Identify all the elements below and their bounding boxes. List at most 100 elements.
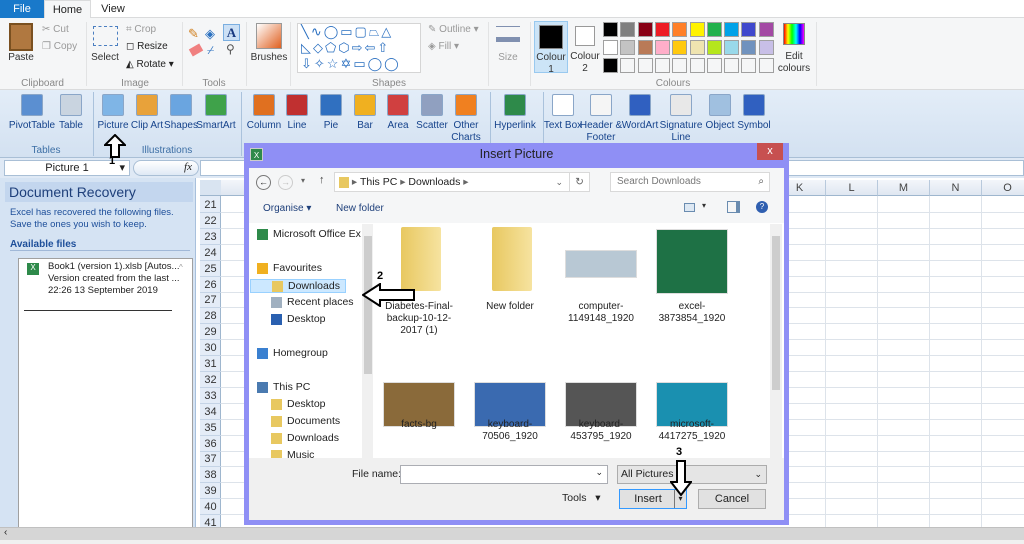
breadcrumb-this-pc[interactable]: This PC: [360, 176, 397, 188]
address-bar[interactable]: ▸ This PC ▸ Downloads ▸ ⌄ ↻: [334, 172, 590, 192]
colour2-swatch[interactable]: [575, 26, 595, 46]
nav-item[interactable]: Recent places: [271, 296, 354, 308]
palette-swatch[interactable]: [672, 22, 688, 37]
palette-swatch[interactable]: [689, 40, 705, 55]
column-header[interactable]: M: [878, 180, 930, 196]
row-header[interactable]: 21: [200, 197, 221, 213]
pencil-icon[interactable]: ✎: [188, 26, 199, 42]
nav-item[interactable]: Favourites: [257, 262, 322, 274]
ribbon-hyperlink-button[interactable]: Hyperlink: [489, 120, 541, 132]
palette-swatch[interactable]: [672, 58, 688, 73]
tab-view[interactable]: View: [95, 0, 131, 18]
palette-swatch[interactable]: [758, 22, 774, 37]
palette-swatch[interactable]: [603, 58, 618, 73]
palette-swatch[interactable]: [672, 40, 688, 55]
cancel-button[interactable]: Cancel: [698, 489, 766, 509]
row-header[interactable]: 28: [200, 308, 221, 325]
eraser-icon[interactable]: [188, 43, 204, 57]
row-header[interactable]: 25: [200, 261, 221, 277]
back-button[interactable]: ←: [256, 175, 271, 190]
close-button[interactable]: x: [757, 143, 783, 160]
nav-item[interactable]: Microsoft Office Ex: [257, 228, 361, 240]
nav-item[interactable]: Desktop: [271, 398, 326, 410]
new-folder-button[interactable]: New folder: [336, 203, 384, 214]
magnifier-icon[interactable]: ⚲: [226, 42, 235, 56]
brushes-button[interactable]: Brushes: [248, 52, 290, 64]
column-header[interactable]: N: [930, 180, 982, 196]
fill-icon[interactable]: ◈: [205, 26, 215, 42]
nav-item[interactable]: This PC: [257, 381, 310, 393]
palette-swatch[interactable]: [603, 22, 618, 37]
tab-file[interactable]: File: [0, 0, 44, 18]
edit-colours-button[interactable]: Edit colours: [774, 51, 814, 75]
row-header[interactable]: 29: [200, 324, 221, 341]
row-header[interactable]: 26: [200, 277, 221, 293]
scroll-left-icon[interactable]: ‹: [4, 527, 7, 538]
row-header[interactable]: 39: [200, 483, 221, 500]
colour1-button[interactable]: Colour 1: [534, 21, 568, 75]
search-input[interactable]: Search Downloads ⌕: [610, 172, 770, 192]
row-header[interactable]: 38: [200, 467, 221, 484]
view-dropdown-icon[interactable]: ▾: [702, 201, 706, 210]
palette-swatch[interactable]: [706, 22, 722, 37]
palette-swatch[interactable]: [724, 40, 740, 55]
palette-swatch[interactable]: [637, 58, 653, 73]
ribbon-smartart-button[interactable]: SmartArt: [190, 120, 242, 132]
palette-swatch[interactable]: [706, 40, 722, 55]
row-header[interactable]: 32: [200, 372, 221, 388]
column-header[interactable]: L: [826, 180, 878, 196]
scroll-up-icon[interactable]: ^: [179, 263, 183, 272]
files-scroll-thumb[interactable]: [772, 236, 780, 390]
palette-swatch[interactable]: [637, 40, 653, 55]
forward-button[interactable]: →: [278, 175, 293, 190]
row-header[interactable]: 35: [200, 420, 221, 436]
file-name[interactable]: keyboard-453795_1920: [561, 419, 641, 443]
palette-swatch[interactable]: [620, 22, 636, 37]
nav-item[interactable]: Documents: [271, 415, 340, 427]
file-name[interactable]: microsoft-4417275_1920: [652, 419, 732, 443]
row-header[interactable]: 24: [200, 245, 221, 261]
palette-swatch[interactable]: [724, 58, 740, 73]
row-header[interactable]: 30: [200, 340, 221, 357]
nav-item[interactable]: Homegroup: [257, 347, 328, 359]
nav-item[interactable]: Desktop: [271, 313, 326, 325]
palette-swatch[interactable]: [620, 40, 636, 55]
row-header[interactable]: 22: [200, 213, 221, 229]
change-view-icon[interactable]: [684, 203, 695, 212]
organise-button[interactable]: Organise ▾: [263, 203, 311, 214]
row-header[interactable]: 33: [200, 388, 221, 404]
file-type-select[interactable]: All Pictures ⌄: [617, 465, 767, 484]
palette-swatch[interactable]: [741, 58, 757, 73]
text-icon[interactable]: A: [223, 24, 240, 41]
file-name[interactable]: excel-3873854_1920: [652, 301, 732, 325]
file-name-input[interactable]: ⌄: [400, 465, 608, 484]
palette-swatch[interactable]: [654, 40, 670, 55]
cut-button[interactable]: ✂ Cut: [42, 24, 69, 35]
column-header[interactable]: O: [982, 180, 1024, 196]
nav-item[interactable]: Downloads: [250, 279, 346, 293]
files-scrollbar[interactable]: [770, 224, 782, 458]
palette-swatch[interactable]: [689, 22, 705, 37]
palette-swatch[interactable]: [603, 40, 618, 55]
image-thumbnail[interactable]: [565, 250, 637, 278]
row-header[interactable]: 37: [200, 451, 221, 468]
colour-picker-icon[interactable]: ⌿: [207, 43, 214, 58]
ribbon-symbol-button[interactable]: Symbol: [728, 120, 780, 132]
palette-swatch[interactable]: [724, 22, 740, 37]
palette-swatch[interactable]: [741, 40, 757, 55]
recovered-file-item[interactable]: X Book1 (version 1).xlsb [Autos... Versi…: [19, 259, 179, 311]
shapes-gallery[interactable]: ╲∿◯▭▢⏢△ ◺◇⬠⬡⇨⇦⇧ ⇩✧☆✡▭◯◯: [297, 23, 421, 73]
ribbon-other-charts-button[interactable]: Other Charts: [440, 120, 492, 144]
palette-swatch[interactable]: [654, 22, 670, 37]
row-header[interactable]: 34: [200, 404, 221, 420]
preview-pane-icon[interactable]: [727, 201, 740, 213]
palette-swatch[interactable]: [758, 40, 774, 55]
help-icon[interactable]: ?: [756, 201, 768, 213]
outline-button[interactable]: ✎ Outline ▾: [428, 24, 479, 35]
palette-swatch[interactable]: [741, 22, 757, 37]
select-all-button[interactable]: [200, 180, 221, 196]
row-header[interactable]: 23: [200, 229, 221, 245]
row-header[interactable]: 31: [200, 356, 221, 372]
image-thumbnail[interactable]: [656, 229, 728, 294]
row-header[interactable]: 40: [200, 499, 221, 516]
